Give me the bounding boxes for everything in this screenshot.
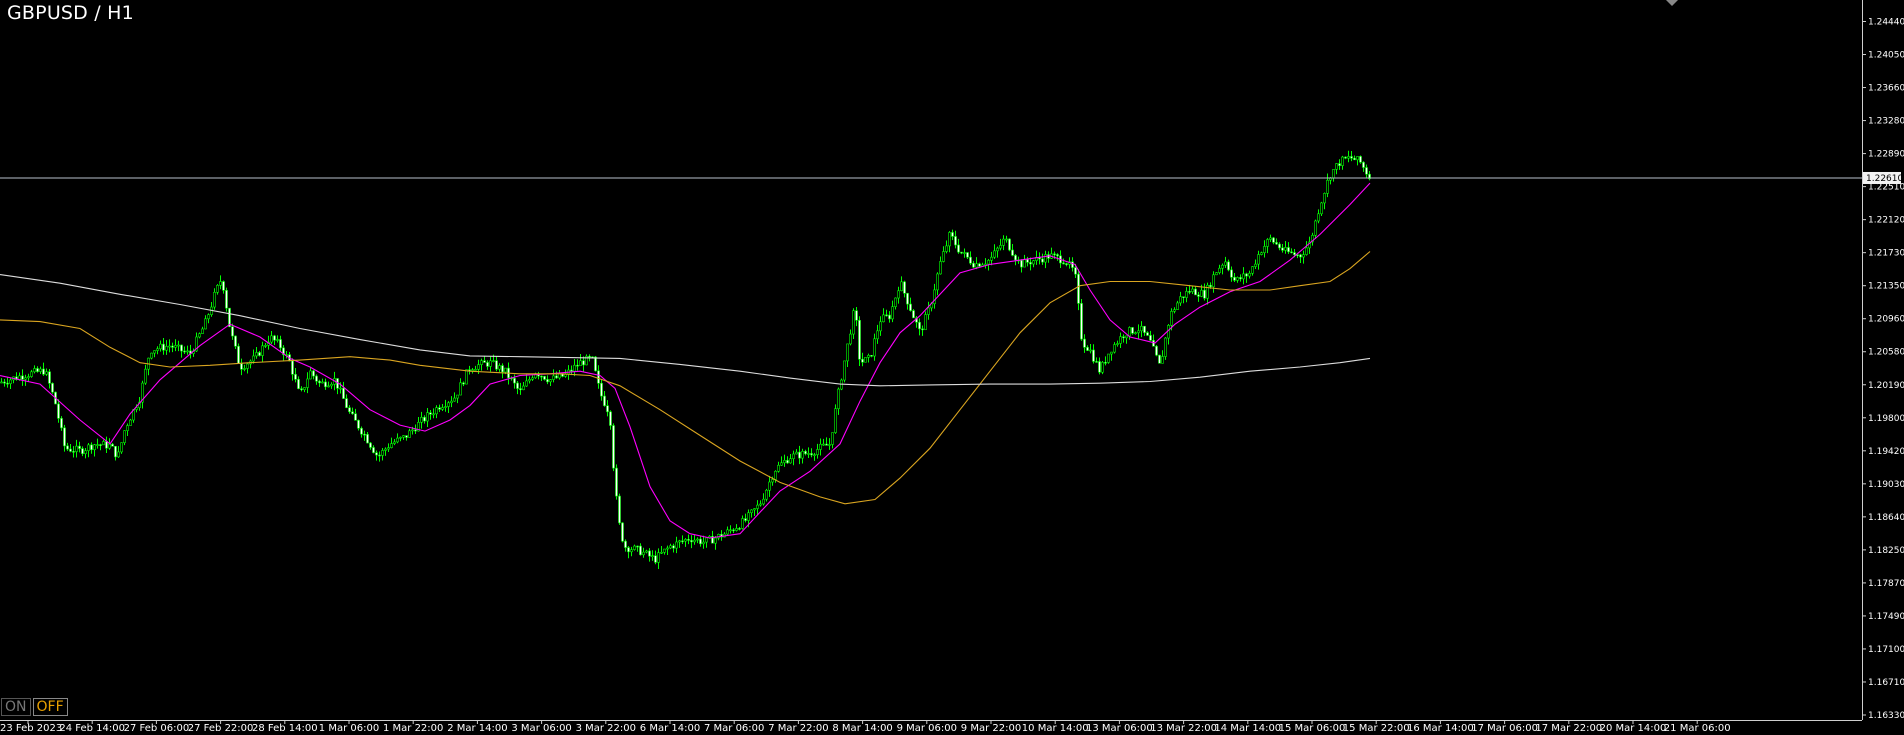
candle — [834, 404, 837, 434]
price-tick-label: 1.17490 — [1868, 612, 1904, 622]
candle — [1155, 345, 1158, 357]
time-tick-label: 13 Mar 22:00 — [1150, 723, 1217, 734]
price-tick-label: 1.18250 — [1868, 546, 1904, 556]
candle — [621, 522, 624, 543]
time-tick-label: 16 Mar 14:00 — [1407, 723, 1474, 734]
price-tick-label: 1.20190 — [1868, 381, 1904, 391]
candle — [237, 343, 240, 364]
candle — [912, 309, 915, 319]
candle — [843, 360, 846, 383]
time-tick-label: 1 Mar 06:00 — [319, 723, 379, 734]
time-tick-label: 20 Mar 14:00 — [1600, 723, 1667, 734]
candle — [51, 382, 54, 394]
candle — [225, 287, 228, 312]
time-axis[interactable]: 23 Feb 202324 Feb 14:0027 Feb 06:0027 Fe… — [0, 720, 1731, 734]
price-tick-label: 1.22510 — [1868, 183, 1904, 193]
price-tick-label: 1.20960 — [1868, 315, 1904, 325]
price-tick-label: 1.19800 — [1868, 414, 1904, 424]
off-button[interactable]: OFF — [32, 698, 68, 716]
candle — [1164, 337, 1167, 360]
price-tick-label: 1.16330 — [1868, 711, 1904, 721]
candle — [1080, 298, 1083, 341]
on-button[interactable]: ON — [1, 698, 31, 716]
time-tick-label: 15 Mar 06:00 — [1279, 723, 1346, 734]
candle — [1158, 354, 1161, 364]
candle — [1101, 361, 1104, 375]
price-tick-label: 1.21730 — [1868, 249, 1904, 259]
candle — [120, 442, 123, 454]
time-tick-label: 7 Mar 22:00 — [768, 723, 828, 734]
time-tick-label: 9 Mar 06:00 — [897, 723, 957, 734]
current-price-value: 1.22610 — [1866, 174, 1903, 184]
time-tick-label: 1 Mar 22:00 — [383, 723, 443, 734]
price-tick-label: 1.19030 — [1868, 480, 1904, 490]
time-tick-label: 3 Mar 22:00 — [576, 723, 636, 734]
candle — [1131, 327, 1134, 335]
current-price-label: 1.22610 — [1863, 171, 1903, 184]
price-tick-label: 1.22890 — [1868, 150, 1904, 160]
on-off-toggle[interactable]: ON OFF — [1, 698, 68, 716]
time-tick-label: 6 Mar 14:00 — [640, 723, 700, 734]
time-tick-label: 8 Mar 14:00 — [832, 723, 892, 734]
candle — [618, 493, 621, 525]
price-tick-label: 1.18640 — [1868, 513, 1904, 523]
price-tick-label: 1.17100 — [1868, 645, 1904, 655]
price-chart[interactable]: 1.24440 1.24050 1.23660 1.23280 1.22890 1.225… — [0, 0, 1904, 735]
time-tick-label: 17 Mar 22:00 — [1535, 723, 1602, 734]
time-tick-label: 7 Mar 06:00 — [704, 723, 764, 734]
candle — [123, 430, 126, 446]
price-tick-label: 1.23280 — [1868, 117, 1904, 127]
price-tick-label: 1.17870 — [1868, 579, 1904, 589]
time-tick-label: 27 Feb 22:00 — [188, 723, 254, 734]
candle — [858, 316, 861, 367]
time-tick-label: 10 Mar 14:00 — [1022, 723, 1089, 734]
candle — [129, 418, 132, 426]
time-tick-label: 17 Mar 06:00 — [1471, 723, 1538, 734]
price-tick-label: 1.21350 — [1868, 282, 1904, 292]
candle — [465, 369, 468, 385]
time-tick-label: 21 Mar 06:00 — [1664, 723, 1731, 734]
chart-title: GBPUSD / H1 — [7, 2, 134, 24]
time-tick-label: 28 Feb 14:00 — [252, 723, 318, 734]
candle — [615, 464, 618, 500]
time-tick-label: 15 Mar 22:00 — [1343, 723, 1410, 734]
time-tick-label: 14 Mar 14:00 — [1214, 723, 1281, 734]
price-tick-label: 1.22120 — [1868, 216, 1904, 226]
candle — [864, 357, 867, 363]
candle — [1320, 201, 1323, 217]
time-tick-label: 9 Mar 22:00 — [961, 723, 1021, 734]
time-tick-label: 24 Feb 14:00 — [59, 723, 125, 734]
candle — [585, 354, 588, 366]
candle — [612, 423, 615, 472]
price-tick-label: 1.24050 — [1868, 51, 1904, 61]
candle — [1215, 272, 1218, 276]
price-tick-label: 1.23660 — [1868, 84, 1904, 94]
price-tick-label: 1.20580 — [1868, 348, 1904, 358]
candle — [1008, 238, 1011, 252]
price-tick-label: 1.16710 — [1868, 678, 1904, 688]
candle — [1359, 155, 1362, 164]
time-tick-label: 23 Feb 2023 — [0, 723, 62, 734]
candle — [1107, 353, 1110, 364]
time-tick-label: 13 Mar 06:00 — [1086, 723, 1153, 734]
time-tick-label: 2 Mar 14:00 — [447, 723, 507, 734]
time-tick-label: 3 Mar 06:00 — [511, 723, 571, 734]
time-tick-label: 27 Feb 06:00 — [124, 723, 190, 734]
price-tick-label: 1.19420 — [1868, 447, 1904, 457]
price-tick-label: 1.24440 — [1868, 18, 1904, 28]
candle — [150, 352, 153, 360]
